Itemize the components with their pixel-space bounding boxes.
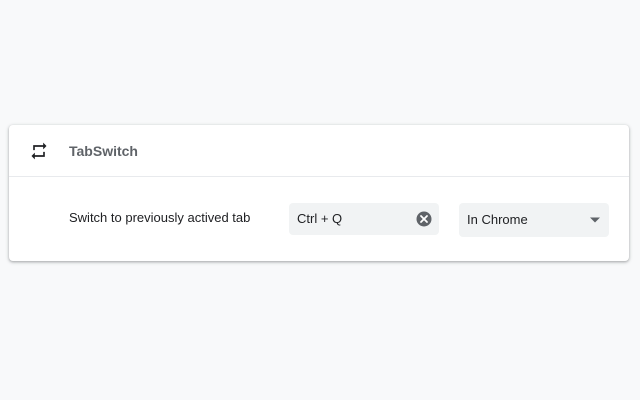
command-row: Switch to previously actived tab Ctrl + …	[9, 177, 629, 260]
scope-dropdown[interactable]: In Chrome	[459, 203, 609, 237]
extension-name: TabSwitch	[69, 143, 138, 159]
repeat-icon	[31, 142, 47, 160]
shortcut-value: Ctrl + Q	[297, 211, 343, 226]
clear-circle-icon[interactable]	[415, 210, 433, 228]
extension-shortcut-card: TabSwitch Switch to previously actived t…	[9, 125, 629, 261]
extension-header: TabSwitch	[9, 125, 629, 177]
shortcut-input[interactable]: Ctrl + Q	[289, 203, 439, 235]
dropdown-caret-icon	[590, 217, 600, 223]
command-description: Switch to previously actived tab	[69, 210, 251, 225]
scope-selected-value: In Chrome	[467, 212, 528, 227]
